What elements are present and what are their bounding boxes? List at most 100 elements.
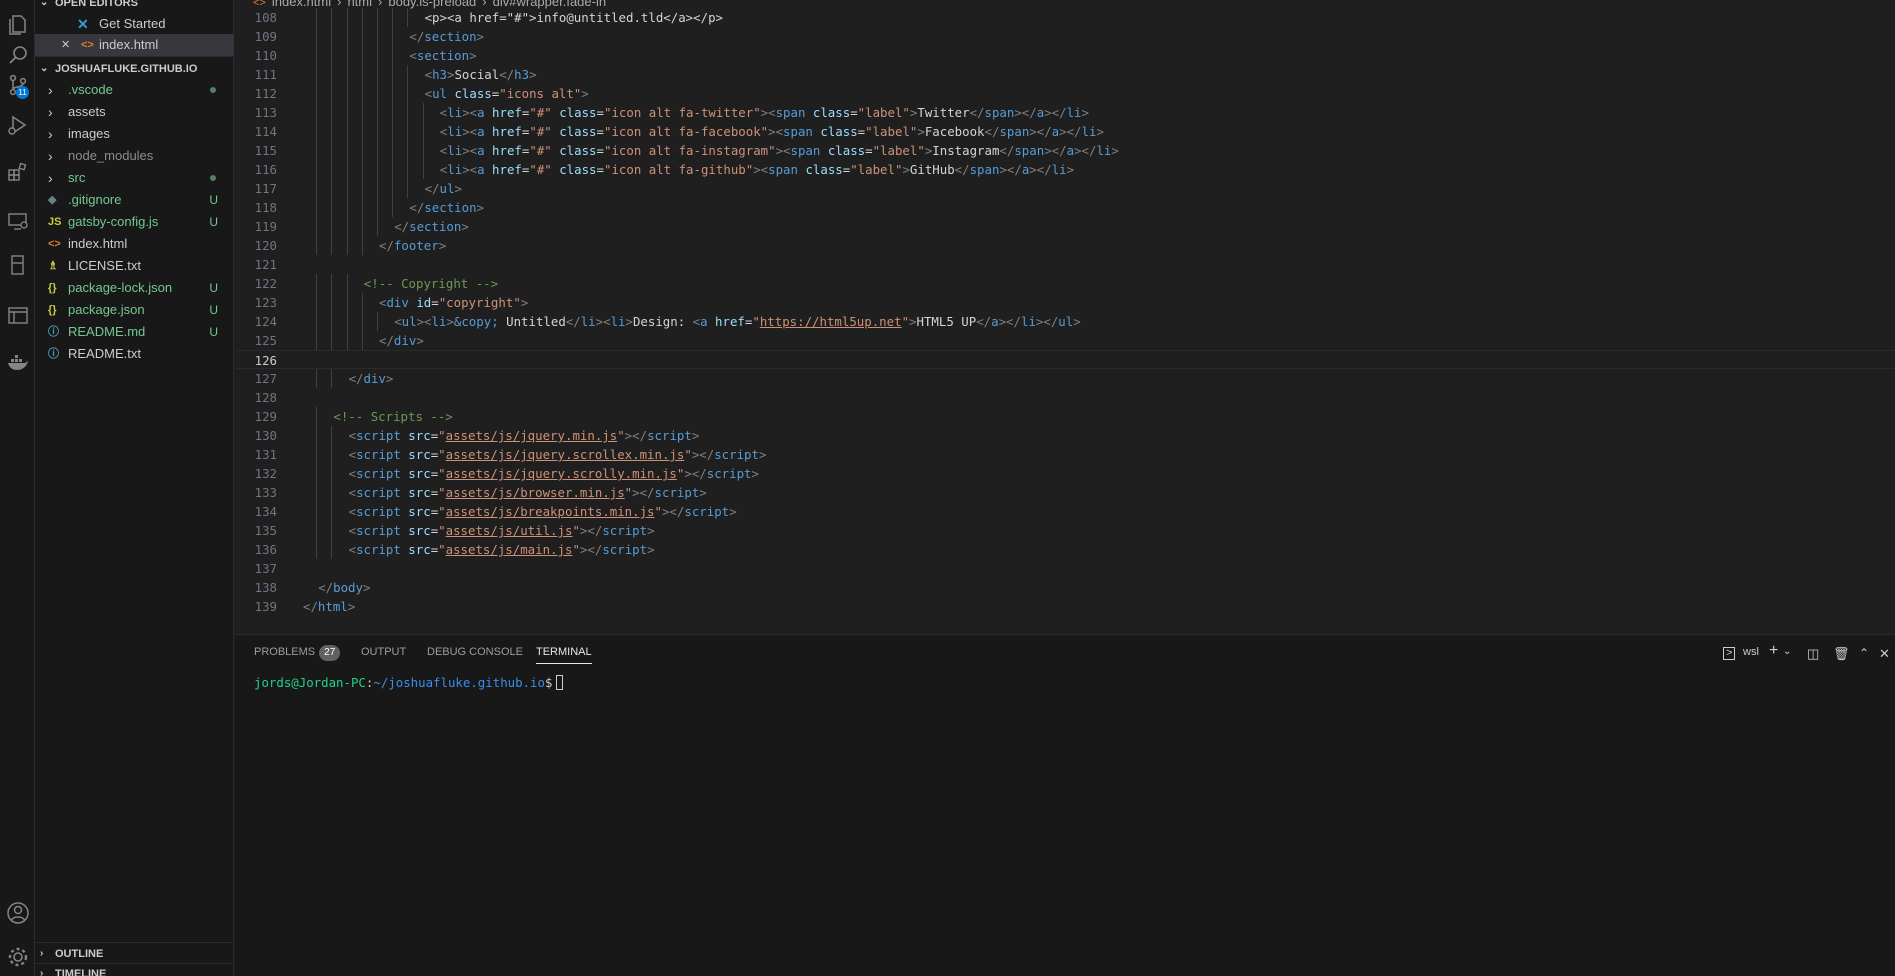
indent-guide [377,198,378,217]
file-item[interactable]: <> index.html [35,233,234,255]
code-line[interactable]: 125 </div> [235,331,1895,350]
chevron-down-icon[interactable]: ⌄ [1783,646,1791,657]
close-panel-icon[interactable]: ✕ [1879,646,1890,662]
source-control-icon[interactable]: 11 [0,70,35,100]
line-number: 127 [254,371,277,386]
code-line[interactable]: 124 <ul><li>&copy; Untitled</li><li>Desig… [235,312,1895,331]
project-header[interactable]: ⌄ JOSHUAFLUKE.GITHUB.IO [35,59,234,79]
timeline-header[interactable]: › TIMELINE [35,964,234,976]
panel-tab[interactable]: PROBLEMS 27 [254,644,341,664]
terminal-output[interactable]: jords@Jordan-PC:~/joshuafluke.github.io$ [254,675,564,690]
code-token: li [1081,124,1097,139]
code-line[interactable]: 121 [235,255,1895,274]
folder-item[interactable]: › images [35,123,234,145]
indent-guide [361,160,363,179]
code-line[interactable]: 110 <section> [235,46,1895,65]
open-editor-item-active[interactable]: ✕ <> index.html [35,34,234,56]
outline-header[interactable]: › OUTLINE [35,944,234,964]
indent-guide [346,84,348,103]
file-item[interactable]: ◆ .gitignore U [35,189,234,211]
file-item[interactable]: JS gatsby-config.js U [35,211,234,233]
open-editor-item[interactable]: ✕ Get Started [35,13,234,35]
code-line[interactable]: 139 </html> [235,597,1895,616]
code-line[interactable]: 115 <li><a href="#" class="icon alt fa-in… [235,141,1895,160]
device-icon[interactable] [0,250,35,280]
panel-layout-icon[interactable] [0,300,35,330]
code-line[interactable]: 137 [235,559,1895,578]
code-line[interactable]: 120 </footer> [235,236,1895,255]
search-icon[interactable] [0,40,35,70]
code-line[interactable]: 108 <p><a href="#">info@untitled.tld</a><… [235,8,1895,27]
accounts-icon[interactable] [0,898,35,928]
code-line[interactable]: 136 <script src="assets/js/main.js"></scr… [235,540,1895,559]
open-editors-header[interactable]: ⌄ OPEN EDITORS [35,0,234,13]
folder-item[interactable]: › src [35,167,234,189]
indent-guide [361,198,363,217]
code-line[interactable]: 129 <!-- Scripts --> [235,407,1895,426]
code-token: "label" [857,105,910,120]
trash-icon[interactable]: 🗑 [1833,646,1850,662]
code-token: Facebook [924,124,985,139]
code-line[interactable]: 109 </section> [235,27,1895,46]
code-line[interactable]: 130 <script src="assets/js/jquery.min.js"… [235,426,1895,445]
code-line[interactable]: 119 </section> [235,217,1895,236]
code-line[interactable]: 133 <script src="assets/js/browser.min.js… [235,483,1895,502]
terminal-icon[interactable]: > [1723,647,1736,660]
folder-item[interactable]: › .vscode [35,79,234,101]
code-token: ></ [1029,124,1052,139]
panel-tab[interactable]: OUTPUT [361,644,406,664]
code-line[interactable]: 132 <script src="assets/js/jquery.scrolly… [235,464,1895,483]
folder-item[interactable]: › assets [35,101,234,123]
indent-guide [331,274,333,293]
settings-gear-icon[interactable] [0,942,35,972]
folder-item[interactable]: › node_modules [35,145,234,167]
code-token: li [447,143,463,158]
remote-explorer-icon[interactable] [0,206,35,236]
git-status: U [209,303,218,317]
code-editor[interactable]: <> index.html › html › body.is-preload › div#wr… [235,0,1895,634]
code-line[interactable]: 112 <ul class="icons alt"> [235,84,1895,103]
html-icon: <> [81,39,94,51]
explorer-icon[interactable] [0,10,35,40]
shell-label[interactable]: wsl [1743,646,1759,658]
code-token: > [476,29,484,44]
panel-tab[interactable]: TERMINAL [536,644,592,664]
code-line[interactable]: 128 [235,388,1895,407]
code-line[interactable]: 138 </body> [235,578,1895,597]
code-line[interactable]: 114 <li><a href="#" class="icon alt fa-fa… [235,122,1895,141]
maximize-panel-icon[interactable]: ⌃ [1859,646,1869,660]
extensions-icon[interactable] [0,157,35,187]
docker-icon[interactable] [0,348,35,378]
indent-guide [361,65,363,84]
panel-tab[interactable]: DEBUG CONSOLE [427,644,523,664]
code-token: > [1096,124,1104,139]
code-line[interactable]: 117 </ul> [235,179,1895,198]
code-line[interactable]: 113 <li><a href="#" class="icon alt fa-tw… [235,103,1895,122]
code-line[interactable]: 134 <script src="assets/js/breakpoints.mi… [235,502,1895,521]
code-line[interactable]: 126 [235,350,1895,369]
file-item[interactable]: ♗ LICENSE.txt [35,255,234,277]
file-name: images [68,126,110,141]
code-line[interactable]: 123 <div id="copyright"> [235,293,1895,312]
indent-guide [331,103,333,122]
indent-guide [346,46,348,65]
file-item[interactable]: ⓘ README.md U [35,321,234,343]
code-line[interactable]: 127 </div> [235,369,1895,388]
explorer-sidebar: ⌄ OPEN EDITORS ✕ Get Started ✕ <> index.… [35,0,234,976]
code-line[interactable]: 135 <script src="assets/js/util.js"></scr… [235,521,1895,540]
run-debug-icon[interactable] [0,110,35,140]
code-line[interactable]: 122 <!-- Copyright --> [235,274,1895,293]
file-item[interactable]: ⓘ README.txt [35,343,234,365]
file-item[interactable]: {} package-lock.json U [35,277,234,299]
code-line[interactable]: 131 <script src="assets/js/jquery.scrolle… [235,445,1895,464]
code-line[interactable]: 118 </section> [235,198,1895,217]
code-token: class [559,105,597,120]
code-line[interactable]: 116 <li><a href="#" class="icon alt fa-gi… [235,160,1895,179]
code-line[interactable]: 111 <h3>Social</h3> [235,65,1895,84]
code-token: span [783,124,813,139]
add-terminal-icon[interactable]: + [1769,642,1778,660]
close-icon[interactable]: ✕ [61,34,70,56]
file-item[interactable]: {} package.json U [35,299,234,321]
split-terminal-icon[interactable]: ◫ [1807,646,1819,662]
code-token: > [1081,105,1089,120]
